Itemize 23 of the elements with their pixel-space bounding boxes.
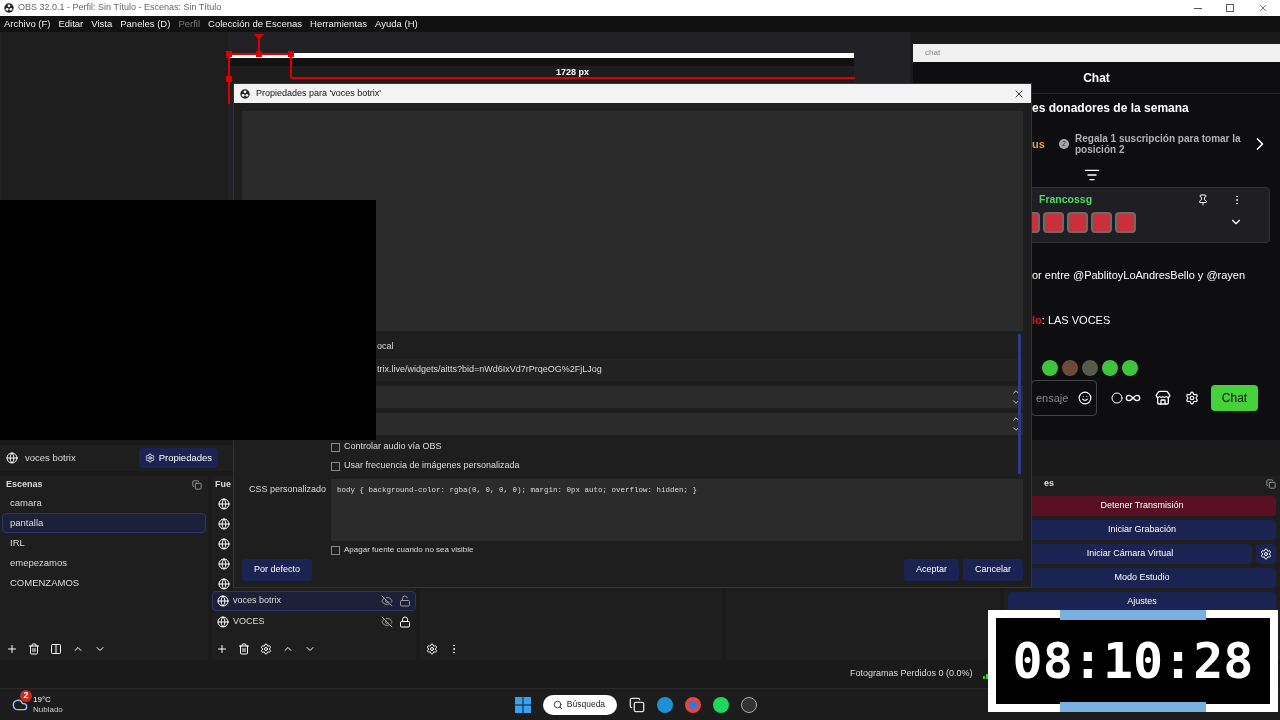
gift-prompt: Regala 1 suscripción para tomar la posición 2 — [1075, 133, 1242, 155]
leaderboard-title: es donadores de la semana — [1032, 100, 1190, 117]
dock-title: Fue — [215, 477, 231, 491]
temperature: 19°C — [33, 694, 52, 705]
timer-display: 08:10:28 — [1012, 636, 1254, 686]
size-label: 1728 px — [556, 66, 590, 79]
checkbox-label: Controlar audio vía OBS — [344, 440, 442, 454]
checkbox-label: ocal — [377, 340, 394, 354]
checkbox-label: Usar frecuencia de imágenes personalizada — [344, 459, 520, 473]
field-label: CSS personalizado — [247, 483, 327, 496]
chat-message: or entre @PablitoyLoAndresBello y @rayen — [1032, 268, 1247, 283]
dock-title: es — [1044, 477, 1054, 491]
leader-name: us — [1032, 136, 1046, 152]
weather-condition: Nublado — [33, 704, 63, 715]
notification-badge: 2 — [20, 689, 32, 702]
source-name: voces botrix — [25, 450, 76, 465]
dock-title: Escenas — [6, 477, 43, 491]
window-title: OBS 32.0.1 - Perfil: Sin Título - Escenas: Sin Título — [18, 1, 222, 15]
pinned-username: Francossg — [1039, 192, 1093, 207]
dialog-title: Propiedades para 'voces botrix' — [256, 86, 381, 100]
chat-message: lo: LAS VOCES — [1032, 312, 1112, 328]
dropped-frames: Fotogramas Perdidos 0 (0.0%) — [850, 667, 973, 681]
checkbox-label: Apagar fuente cuando no sea visible — [344, 544, 474, 556]
